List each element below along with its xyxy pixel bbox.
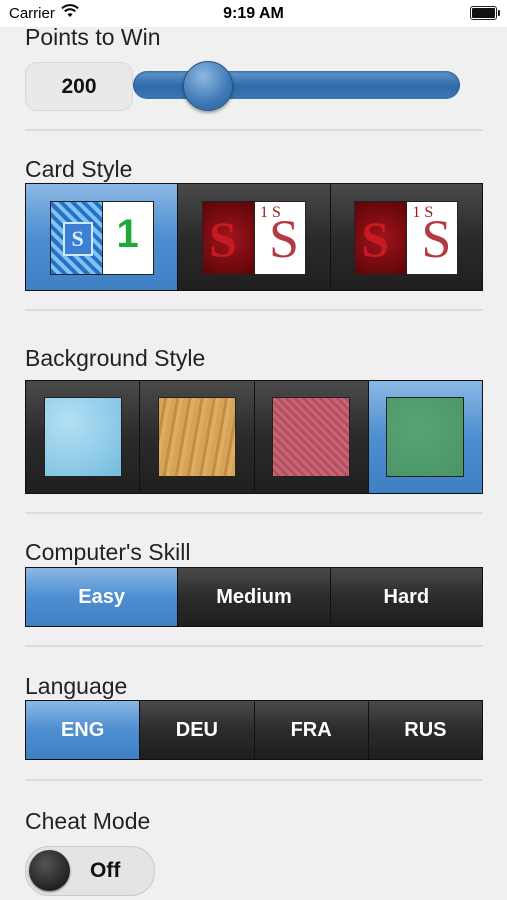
points-value-field[interactable]: 200: [25, 62, 133, 111]
card-style-option-2[interactable]: S 1 S S: [177, 184, 330, 290]
cheat-mode-state: Off: [90, 859, 121, 882]
card-face-text: 1: [116, 212, 139, 256]
card-style-option-3[interactable]: S 1 S S: [329, 184, 482, 290]
background-style-label: Background Style: [25, 345, 206, 371]
card-style-option-1[interactable]: S 1: [26, 184, 178, 290]
card-face-logo: 1 S S: [253, 201, 306, 275]
skill-option-medium[interactable]: Medium: [177, 568, 330, 626]
card-face-s-glyph: S: [421, 209, 452, 269]
background-option-red[interactable]: [253, 381, 368, 493]
card-back-red-logo: S: [354, 201, 409, 275]
clock: 9:19 AM: [223, 5, 284, 22]
language-option-fra[interactable]: FRA: [253, 701, 368, 759]
background-option-wood[interactable]: [139, 381, 254, 493]
card-back-red-logo: S: [201, 201, 256, 275]
language-option-deu[interactable]: DEU: [139, 701, 254, 759]
cheat-mode-label: Cheat Mode: [25, 808, 151, 834]
divider: [25, 779, 483, 781]
skill-selector: Easy Medium Hard: [25, 567, 483, 627]
card-face-s-glyph: S: [268, 209, 300, 269]
computer-skill-label: Computer's Skill: [25, 539, 191, 565]
wood-texture-swatch: [157, 397, 236, 477]
status-bar: Carrier 9:19 AM: [0, 0, 507, 27]
points-slider-thumb[interactable]: [182, 61, 233, 111]
divider: [25, 512, 483, 514]
card-style-selector: S 1 S 1 S S S 1 S S: [25, 183, 483, 291]
card-face-logo: 1 S S: [406, 201, 459, 275]
card-face-number: 1: [101, 201, 154, 275]
divider: [25, 645, 483, 647]
toggle-knob[interactable]: [29, 850, 70, 891]
card-back-blue-pattern: S: [49, 201, 104, 275]
background-style-selector: [25, 380, 483, 494]
battery-icon: [470, 6, 500, 20]
language-label: Language: [25, 673, 128, 699]
divider: [25, 309, 483, 311]
divider: [25, 129, 483, 131]
language-option-eng[interactable]: ENG: [26, 701, 140, 759]
points-to-win-label: Points to Win: [25, 24, 161, 50]
cheat-mode-toggle[interactable]: Off: [25, 846, 155, 896]
card-style-label: Card Style: [25, 156, 133, 182]
skill-option-easy[interactable]: Easy: [26, 568, 178, 626]
skill-option-hard[interactable]: Hard: [329, 568, 482, 626]
language-option-rus[interactable]: RUS: [367, 701, 482, 759]
blue-texture-swatch: [43, 397, 122, 477]
red-texture-swatch: [272, 397, 351, 477]
language-selector: ENG DEU FRA RUS: [25, 700, 483, 760]
green-felt-swatch: [386, 397, 465, 477]
background-option-green[interactable]: [367, 381, 482, 493]
background-option-blue[interactable]: [26, 381, 140, 493]
